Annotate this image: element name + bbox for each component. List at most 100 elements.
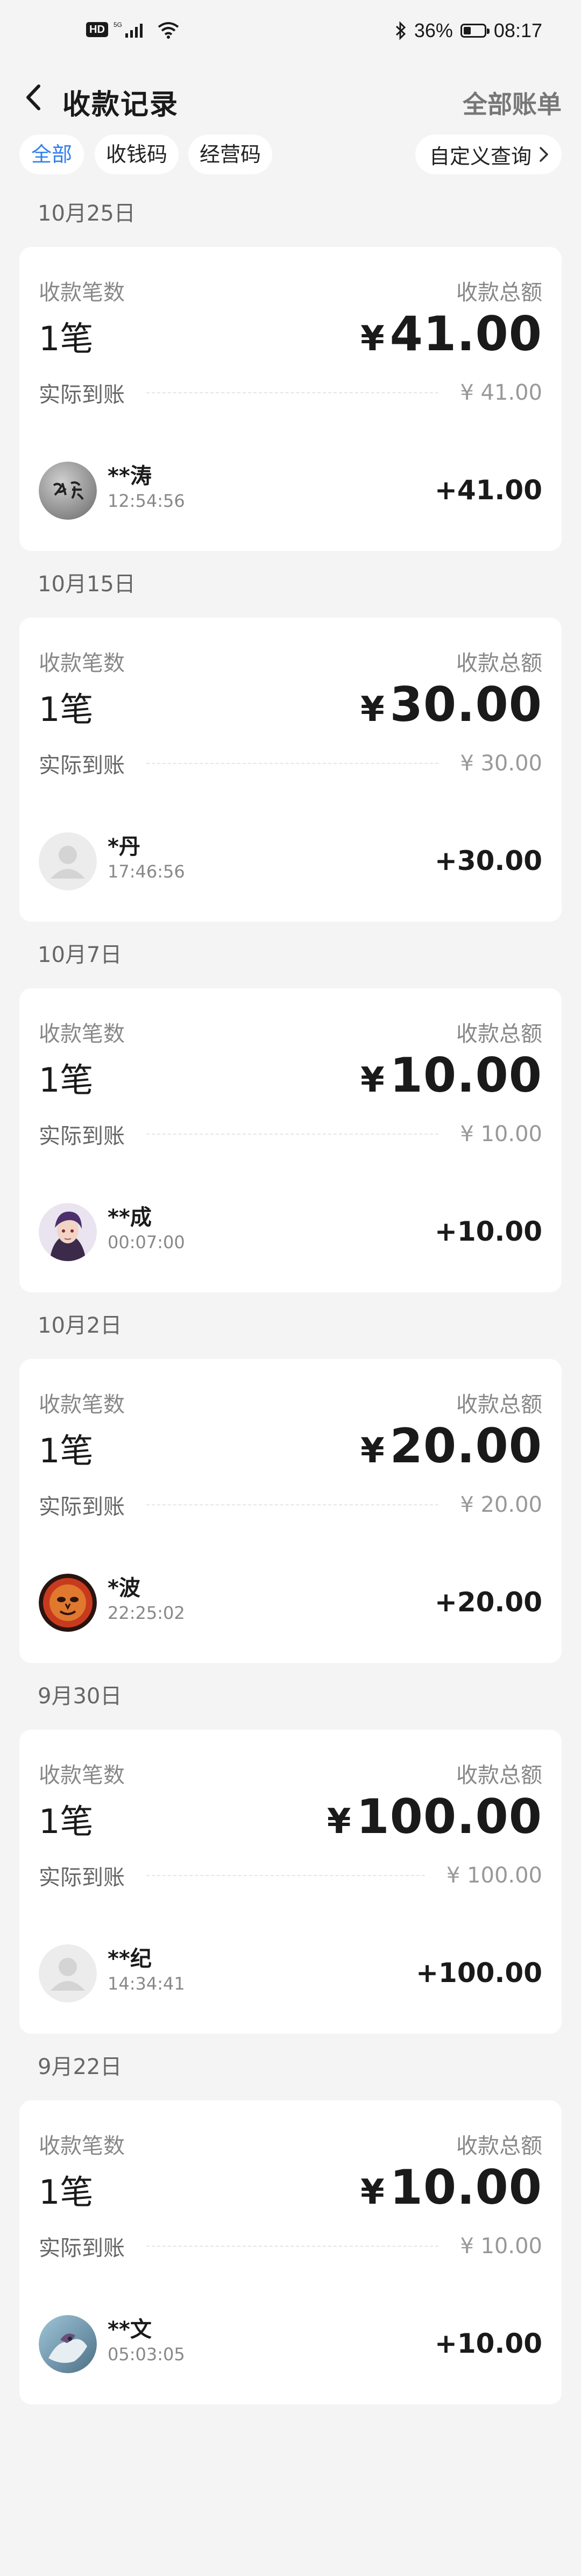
payer-time: 05:03:05: [108, 2344, 185, 2365]
total-value: 30.00: [389, 677, 542, 732]
payer-name: *丹: [108, 834, 140, 859]
dashed-divider: [146, 392, 439, 393]
date-header: 10月25日: [38, 201, 136, 226]
actual-value: ¥ 41.00: [460, 380, 542, 405]
payer-amount: +30.00: [434, 845, 542, 876]
currency-symbol: ¥: [360, 2172, 385, 2212]
battery-percent: 36%: [414, 19, 453, 41]
top-bar: 收款记录 全部账单: [0, 65, 581, 129]
payer-amount: +20.00: [434, 1587, 542, 1618]
total-label: 收款总额: [456, 1022, 542, 1046]
filter-tab-business[interactable]: 经营码: [188, 135, 272, 174]
payer-amount: +41.00: [434, 475, 542, 506]
date-header: 10月2日: [38, 1313, 122, 1338]
record-card[interactable]: 收款笔数 收款总额 1笔 ¥ 10.00 实际到账 ¥ 10.00 **成 00…: [19, 988, 562, 1292]
payer-row[interactable]: **文 05:03:05 +10.00: [39, 2308, 542, 2373]
status-bar: HD 5G 36% 08:17: [0, 0, 581, 65]
date-header: 10月7日: [38, 943, 122, 967]
currency-symbol: ¥: [360, 1431, 385, 1471]
payer-row[interactable]: **成 00:07:00 +10.00: [39, 1195, 542, 1261]
bluetooth-icon: [395, 21, 406, 40]
total-amount: ¥ 30.00: [360, 677, 542, 732]
record-card[interactable]: 收款笔数 收款总额 1笔 ¥ 100.00 实际到账 ¥ 100.00 **纪 …: [19, 1730, 562, 2034]
payer-name: **成: [108, 1205, 152, 1230]
currency-symbol: ¥: [360, 690, 385, 730]
red-sun-face-avatar: [39, 1574, 97, 1632]
record-card[interactable]: 收款笔数 收款总额 1笔 ¥ 20.00 实际到账 ¥ 20.00 *波 22:…: [19, 1359, 562, 1663]
currency-symbol: ¥: [360, 1060, 385, 1100]
actual-row: 实际到账 ¥ 10.00: [39, 2233, 542, 2261]
total-value: 41.00: [389, 306, 542, 362]
wifi-icon: [158, 22, 179, 39]
payer-time: 22:25:02: [108, 1603, 185, 1623]
actual-value: ¥ 20.00: [460, 1492, 542, 1517]
record-group: 10月25日 收款笔数 收款总额 1笔 ¥ 41.00 实际到账 ¥ 41.00…: [0, 180, 581, 551]
status-left: HD 5G: [86, 20, 180, 39]
record-card[interactable]: 收款笔数 收款总额 1笔 ¥ 30.00 实际到账 ¥ 30.00 *丹 17:…: [19, 618, 562, 922]
currency-symbol: ¥: [360, 319, 385, 359]
fantasy-art-avatar: [39, 2315, 97, 2373]
chevron-right-icon: [540, 147, 548, 162]
anime-character-avatar: [39, 1203, 97, 1261]
count-label: 收款笔数: [39, 2134, 125, 2159]
total-value: 100.00: [356, 1789, 542, 1844]
dashed-divider: [146, 2246, 439, 2247]
status-right: 36% 08:17: [395, 19, 542, 42]
count-value: 1笔: [39, 1060, 94, 1100]
records-list: 10月25日 收款笔数 收款总额 1笔 ¥ 41.00 实际到账 ¥ 41.00…: [0, 180, 581, 2404]
payer-time: 17:46:56: [108, 861, 185, 882]
count-label: 收款笔数: [39, 280, 125, 305]
signal-icon: 5G: [114, 21, 143, 38]
payer-row[interactable]: *丹 17:46:56 +30.00: [39, 825, 542, 890]
actual-row: 实际到账 ¥ 41.00: [39, 379, 542, 407]
actual-label: 实际到账: [39, 1495, 125, 1519]
actual-label: 实际到账: [39, 2236, 125, 2261]
total-amount: ¥ 20.00: [360, 1418, 542, 1474]
date-header: 9月30日: [38, 1684, 122, 1709]
record-card[interactable]: 收款笔数 收款总额 1笔 ¥ 41.00 实际到账 ¥ 41.00 **涛 12…: [19, 247, 562, 551]
actual-label: 实际到账: [39, 1124, 125, 1149]
count-label: 收款笔数: [39, 1022, 125, 1046]
record-group: 10月15日 收款笔数 收款总额 1笔 ¥ 30.00 实际到账 ¥ 30.00…: [0, 551, 581, 922]
payer-row[interactable]: **纪 14:34:41 +100.00: [39, 1937, 542, 2002]
battery-icon: [460, 24, 490, 38]
back-arrow-icon[interactable]: [18, 79, 51, 116]
total-amount: ¥ 100.00: [327, 1789, 542, 1844]
count-label: 收款笔数: [39, 1763, 125, 1788]
filter-bar: 全部 收钱码 经营码 自定义查询: [0, 129, 581, 180]
record-group: 9月22日 收款笔数 收款总额 1笔 ¥ 10.00 实际到账 ¥ 10.00 …: [0, 2034, 581, 2404]
custom-query-button[interactable]: 自定义查询: [415, 135, 562, 174]
all-bills-link[interactable]: 全部账单: [463, 85, 562, 121]
total-label: 收款总额: [456, 651, 542, 676]
dashed-divider: [146, 763, 439, 764]
total-value: 20.00: [389, 1418, 542, 1474]
stone-calligraphy-avatar: [39, 462, 97, 520]
custom-query-label: 自定义查询: [429, 144, 532, 168]
hd-badge: HD: [86, 22, 108, 37]
payer-name: **纪: [108, 1947, 152, 1971]
actual-value: ¥ 100.00: [446, 1863, 542, 1888]
total-amount: ¥ 41.00: [360, 306, 542, 362]
count-value: 1笔: [39, 1802, 94, 1841]
total-label: 收款总额: [456, 1763, 542, 1788]
default-person-avatar: [39, 1944, 97, 2002]
record-group: 10月7日 收款笔数 收款总额 1笔 ¥ 10.00 实际到账 ¥ 10.00 …: [0, 922, 581, 1292]
payer-time: 14:34:41: [108, 1973, 185, 1994]
date-header: 9月22日: [38, 2055, 122, 2079]
actual-value: ¥ 10.00: [460, 1122, 542, 1147]
signal-type-label: 5G: [114, 21, 122, 29]
filter-tab-all[interactable]: 全部: [19, 135, 84, 174]
filter-tab-qr[interactable]: 收钱码: [95, 135, 179, 174]
actual-row: 实际到账 ¥ 30.00: [39, 750, 542, 778]
total-value: 10.00: [389, 2160, 542, 2215]
record-card[interactable]: 收款笔数 收款总额 1笔 ¥ 10.00 实际到账 ¥ 10.00 **文 05…: [19, 2100, 562, 2404]
default-person-avatar: [39, 832, 97, 890]
total-amount: ¥ 10.00: [360, 1048, 542, 1103]
count-value: 1笔: [39, 2172, 94, 2212]
payer-row[interactable]: *波 22:25:02 +20.00: [39, 1566, 542, 1632]
payer-row[interactable]: **涛 12:54:56 +41.00: [39, 454, 542, 520]
payer-name: **涛: [108, 464, 152, 489]
record-group: 9月30日 收款笔数 收款总额 1笔 ¥ 100.00 实际到账 ¥ 100.0…: [0, 1663, 581, 2034]
record-group: 10月2日 收款笔数 收款总额 1笔 ¥ 20.00 实际到账 ¥ 20.00 …: [0, 1292, 581, 1663]
payer-amount: +100.00: [416, 1957, 542, 1988]
